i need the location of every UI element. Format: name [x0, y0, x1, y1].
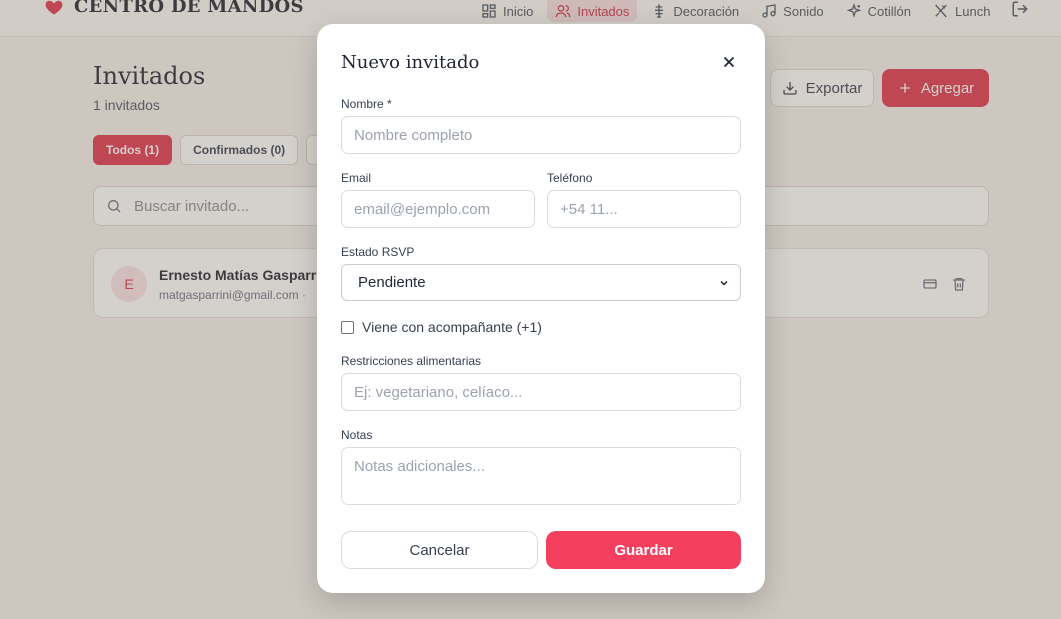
- modal-title: Nuevo invitado: [341, 52, 480, 73]
- email-input[interactable]: [341, 190, 535, 228]
- name-label: Nombre *: [341, 97, 392, 111]
- diet-input[interactable]: [341, 373, 741, 411]
- phone-input[interactable]: [547, 190, 741, 228]
- close-icon[interactable]: [720, 53, 738, 71]
- name-input[interactable]: [341, 116, 741, 154]
- new-guest-modal: Nuevo invitado Nombre * Email Teléfono E…: [317, 24, 765, 593]
- cancel-button[interactable]: Cancelar: [341, 531, 538, 569]
- companion-label: Viene con acompañante (+1): [362, 319, 542, 335]
- notes-textarea[interactable]: [341, 447, 741, 505]
- rsvp-select[interactable]: Pendiente: [341, 264, 741, 301]
- diet-label: Restricciones alimentarias: [341, 354, 482, 368]
- email-label: Email: [341, 171, 372, 185]
- rsvp-label: Estado RSVP: [341, 245, 415, 259]
- notes-label: Notas: [341, 428, 373, 442]
- rsvp-selected-value: Pendiente: [358, 274, 426, 291]
- phone-label: Teléfono: [547, 171, 593, 185]
- companion-row[interactable]: Viene con acompañante (+1): [341, 319, 542, 335]
- companion-checkbox[interactable]: [341, 320, 354, 334]
- save-button[interactable]: Guardar: [546, 531, 741, 569]
- chevron-down-icon: [720, 280, 728, 286]
